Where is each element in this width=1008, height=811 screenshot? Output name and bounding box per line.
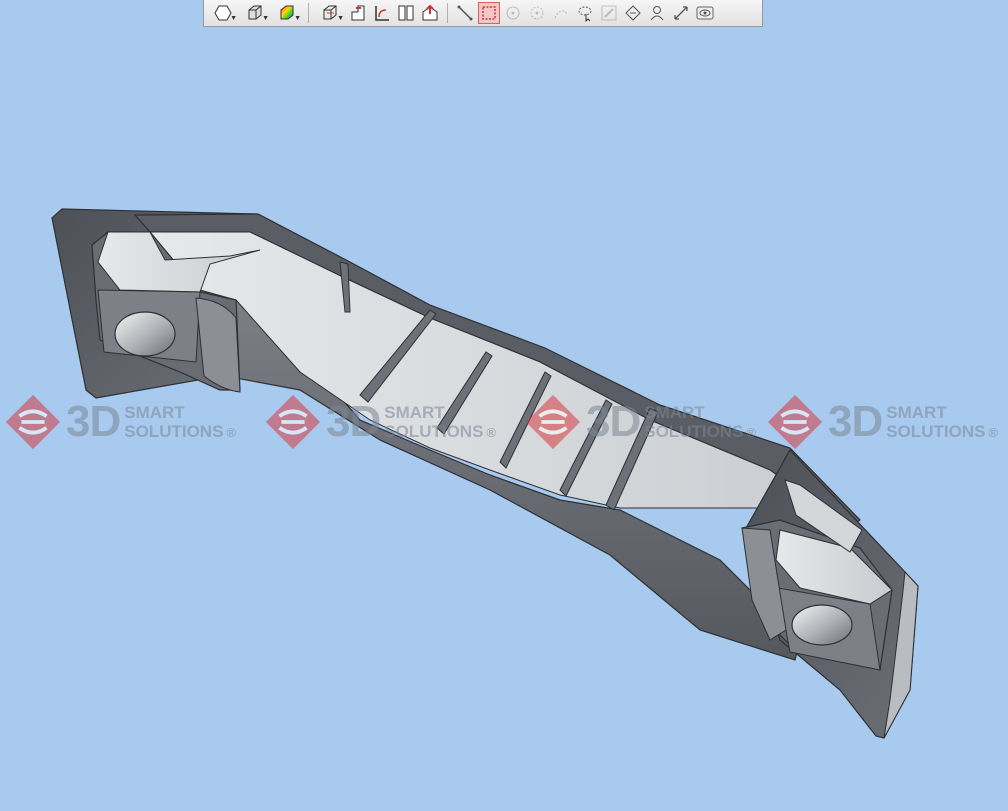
appearance-button[interactable]: ▼ [272,2,302,24]
3d-viewport[interactable]: 3D SMART SOLUTIONS ® 3D SMART SOLUTIONS ® 3D… [0,0,1008,806]
heads-up-view-toolbar: ▼ ▼ ▼ ▼ [203,0,763,27]
display-delete-button[interactable] [622,2,644,24]
lasso-select-button[interactable] [574,2,596,24]
point-icon [506,6,520,20]
arc-icon [554,10,568,19]
point-button[interactable] [502,2,524,24]
edit-sketch-button[interactable] [598,2,620,24]
measure-button[interactable] [670,2,692,24]
display-delete-icon [625,5,641,21]
arc-button[interactable] [550,2,572,24]
circle-button[interactable] [526,2,548,24]
pan-view-icon [375,6,389,21]
measure-icon [674,6,688,20]
split-view-button[interactable] [395,2,417,24]
walk-through-button[interactable] [646,2,668,24]
box-select-icon [482,6,496,20]
inner-floor [149,231,851,549]
view-orientation-button[interactable]: ▼ [208,2,238,24]
split-view-icon [398,5,414,21]
walk-through-icon [650,6,664,21]
toolbar-separator [308,3,309,23]
rotate-view-icon [351,5,365,21]
sketch-line-button[interactable] [454,2,476,24]
left-hole [114,311,176,357]
toolbar-separator [447,3,448,23]
lasso-select-icon [578,6,592,22]
hide-show-icon [696,6,714,20]
pan-view-button[interactable] [371,2,393,24]
right-hole [791,604,853,646]
edit-sketch-icon [601,5,617,21]
circle-icon [530,6,544,20]
render-tools-button[interactable] [419,2,441,24]
rotate-view-button[interactable] [347,2,369,24]
part-model[interactable] [0,0,1008,806]
sketch-line-icon [457,5,473,21]
box-select-button[interactable] [478,2,500,24]
display-style-button[interactable]: ▼ [240,2,270,24]
hide-show-button[interactable] [694,2,716,24]
section-view-button[interactable]: ▼ [315,2,345,24]
render-tools-icon [422,4,438,21]
